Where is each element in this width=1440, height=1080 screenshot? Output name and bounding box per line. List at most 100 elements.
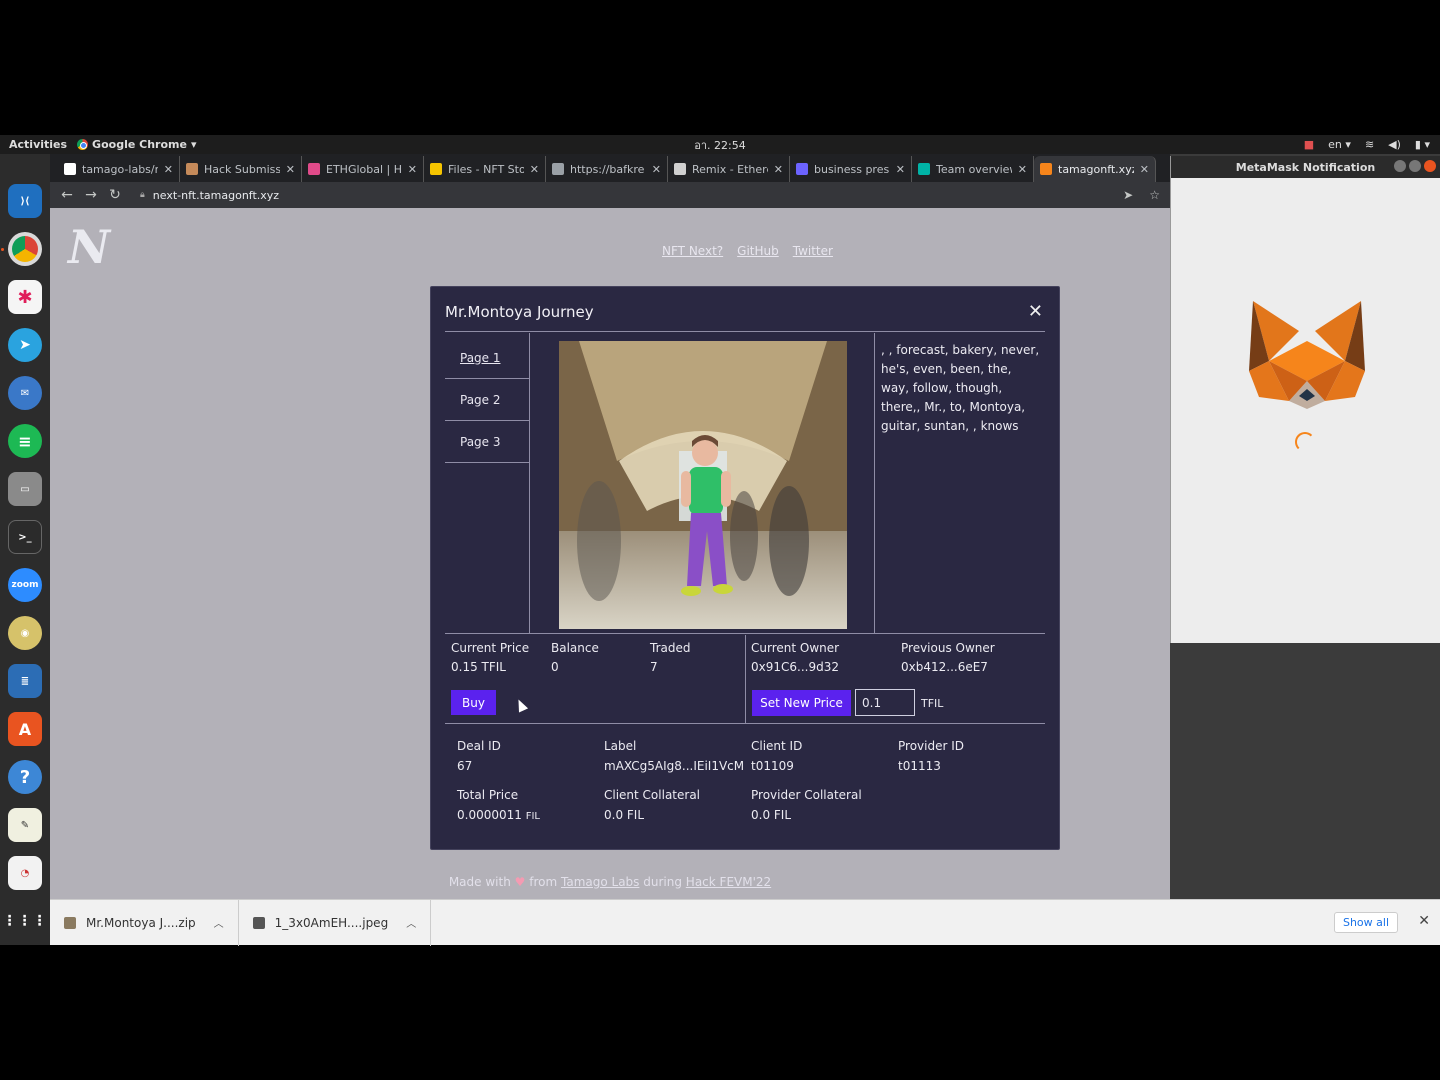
thunderbird-icon[interactable]: ✉ [8, 376, 42, 410]
back-icon[interactable]: ← [55, 187, 79, 203]
system-tray[interactable]: ■ en ▾ ≋ ◀) ▮ ▾ [1304, 138, 1430, 151]
volume-icon[interactable]: ◀) [1388, 138, 1401, 151]
site-icon [308, 163, 320, 175]
minimize-icon[interactable] [1394, 160, 1406, 172]
price-unit: TFIL [921, 697, 944, 710]
new-price-input[interactable]: 0.1 [855, 689, 915, 716]
telegram-icon[interactable]: ➤ [8, 328, 42, 362]
show-apps-icon[interactable]: ⋮⋮⋮ [3, 904, 47, 938]
caret-down-icon: ▾ [190, 138, 197, 151]
tab-label: tamago-labs/n [82, 162, 158, 176]
browser-tab[interactable]: ETHGlobal | H ✕ [302, 156, 424, 182]
maximize-icon[interactable] [1409, 160, 1421, 172]
footer-made-with: Made with [448, 875, 511, 889]
browser-tab-active[interactable]: tamagonft.xyz ✕ [1034, 156, 1156, 182]
browser-tab[interactable]: https://bafkre ✕ [546, 156, 668, 182]
reload-icon[interactable]: ↻ [103, 187, 127, 203]
files-icon[interactable]: ▭ [8, 472, 42, 506]
page-tab-3[interactable]: Page 3 [445, 421, 529, 463]
browser-tab[interactable]: Hack Submiss ✕ [180, 156, 302, 182]
close-icon[interactable]: ✕ [896, 163, 905, 176]
close-icon[interactable] [1424, 160, 1436, 172]
modal-title: Mr.Montoya Journey [445, 303, 594, 321]
page-tab-1[interactable]: Page 1 [445, 337, 529, 379]
close-icon[interactable]: ✕ [652, 163, 661, 176]
nft-image [559, 341, 847, 629]
buy-button[interactable]: Buy [451, 690, 496, 715]
download-item[interactable]: Mr.Montoya J....zip ︿ [50, 899, 239, 946]
nav-link-nft-next[interactable]: NFT Next? [662, 244, 723, 258]
vscode-icon[interactable]: ⟩⟨ [8, 184, 42, 218]
software-center-icon[interactable]: A [8, 712, 42, 746]
deal-id-value: 67 [457, 759, 473, 773]
text-editor-icon[interactable]: ✎ [8, 808, 42, 842]
send-icon[interactable]: ➤ [1123, 188, 1133, 202]
forward-icon[interactable]: → [79, 187, 103, 203]
wifi-icon[interactable]: ≋ [1365, 138, 1374, 151]
github-icon [64, 163, 76, 175]
close-icon[interactable]: ✕ [1018, 163, 1027, 176]
language-indicator[interactable]: en ▾ [1328, 138, 1351, 151]
site-icon [796, 163, 808, 175]
metamask-fox-icon [1249, 301, 1365, 409]
tab-label: tamagonft.xyz [1058, 162, 1134, 176]
browser-tab[interactable]: tamago-labs/n ✕ [58, 156, 180, 182]
close-icon[interactable]: ✕ [774, 163, 783, 176]
help-icon[interactable]: ? [8, 760, 42, 794]
download-item[interactable]: 1_3x0AmEH....jpeg ︿ [239, 899, 432, 946]
label-label: Label [604, 739, 637, 753]
app-menu-label: Google Chrome [92, 138, 187, 151]
rhythmbox-icon[interactable]: ◉ [8, 616, 42, 650]
close-icon[interactable]: ✕ [530, 163, 539, 176]
current-price-value: 0.15 TFIL [451, 660, 506, 674]
screenshot-icon[interactable]: ◔ [8, 856, 42, 890]
app-menu[interactable]: Google Chrome ▾ [77, 138, 196, 151]
total-price-field: Total Price 0.0000011 FIL [457, 788, 540, 822]
chrome-dock-icon[interactable] [8, 232, 42, 266]
tab-label: Files - NFT Sto [448, 162, 524, 176]
close-icon[interactable]: ✕ [1418, 913, 1430, 929]
page-footer: Made with ♥ from Tamago Labs during Hack… [50, 875, 1170, 889]
nav-link-github[interactable]: GitHub [737, 244, 779, 258]
tamago-labs-link[interactable]: Tamago Labs [561, 875, 639, 889]
zoom-icon[interactable]: zoom [8, 568, 42, 602]
browser-tab[interactable]: Files - NFT Sto ✕ [424, 156, 546, 182]
footer-during: during [643, 875, 682, 889]
browser-tab[interactable]: Team overview ✕ [912, 156, 1034, 182]
show-all-button[interactable]: Show all [1333, 912, 1398, 933]
activities-button[interactable]: Activities [0, 138, 77, 151]
nav-link-twitter[interactable]: Twitter [793, 244, 833, 258]
previous-owner-stat: Previous Owner 0xb412...6eE7 [901, 641, 995, 674]
page-words: , , forecast, bakery, never, he's, even,… [881, 343, 1040, 433]
page-tab-2[interactable]: Page 2 [445, 379, 529, 421]
close-icon[interactable]: ✕ [1028, 301, 1043, 322]
browser-tab[interactable]: Remix - Ethere ✕ [668, 156, 790, 182]
record-icon[interactable]: ■ [1304, 138, 1314, 151]
nft-next-logo[interactable]: N [68, 220, 112, 274]
close-icon[interactable]: ✕ [408, 163, 417, 176]
site-icon [430, 163, 442, 175]
set-new-price-button[interactable]: Set New Price [752, 690, 851, 716]
browser-tab[interactable]: business pres ✕ [790, 156, 912, 182]
star-icon[interactable]: ☆ [1149, 188, 1160, 202]
close-icon[interactable]: ✕ [1140, 163, 1149, 176]
hack-fevm-link[interactable]: Hack FEVM'22 [686, 875, 771, 889]
spotify-icon[interactable]: ≡ [8, 424, 42, 458]
lock-icon[interactable]: 🔒︎ [140, 190, 145, 200]
chevron-up-icon[interactable]: ︿ [406, 915, 416, 930]
clock[interactable]: อา. 22:54 [694, 136, 745, 154]
terminal-icon[interactable]: >_ [8, 520, 42, 554]
balance-value: 0 [551, 660, 559, 674]
active-indicator [1, 248, 4, 251]
tab-strip: tamago-labs/n ✕ Hack Submiss ✕ ETHGlobal |… [50, 154, 1170, 182]
chevron-up-icon[interactable]: ︿ [214, 915, 224, 930]
current-price-label: Current Price [451, 641, 530, 655]
close-icon[interactable]: ✕ [286, 163, 295, 176]
close-icon[interactable]: ✕ [164, 163, 173, 176]
battery-icon[interactable]: ▮ ▾ [1415, 138, 1430, 151]
writer-icon[interactable]: ≣ [8, 664, 42, 698]
client-collateral-field: Client Collateral 0.0 FIL [604, 788, 700, 822]
slack-icon[interactable]: ✱ [8, 280, 42, 314]
address-bar[interactable]: 🔒︎ next-nft.tamagonft.xyz [132, 185, 1162, 205]
url-text: next-nft.tamagonft.xyz [152, 188, 280, 202]
